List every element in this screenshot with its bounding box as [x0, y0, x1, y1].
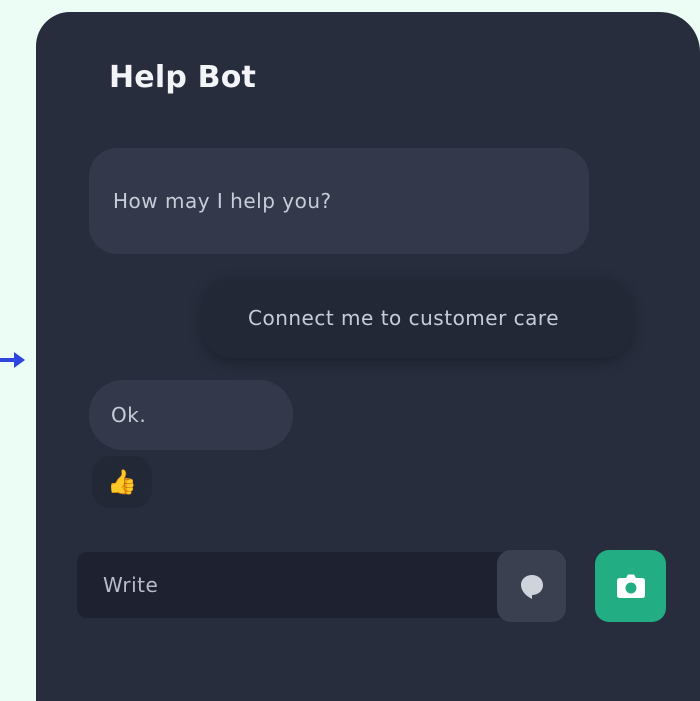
bot-message-text: Ok.	[111, 403, 147, 427]
chat-title: Help Bot	[109, 60, 257, 95]
camera-button[interactable]	[595, 550, 666, 622]
bot-message: How may I help you?	[89, 148, 589, 254]
speech-bubble-icon	[520, 575, 543, 599]
thumbs-up-icon: 👍	[107, 468, 137, 496]
user-message-text: Connect me to customer care	[248, 306, 560, 330]
chat-bubble-button[interactable]	[497, 550, 566, 622]
reaction-badge[interactable]: 👍	[92, 456, 152, 508]
message-composer	[77, 552, 503, 618]
pointer-arrow-icon	[0, 352, 25, 368]
user-message: Connect me to customer care	[203, 278, 631, 358]
bot-message: Ok.	[89, 380, 293, 450]
chat-panel: Help Bot How may I help you? Connect me …	[36, 12, 700, 701]
camera-icon	[616, 574, 645, 598]
bot-message-text: How may I help you?	[113, 189, 332, 213]
message-input[interactable]	[77, 552, 503, 618]
